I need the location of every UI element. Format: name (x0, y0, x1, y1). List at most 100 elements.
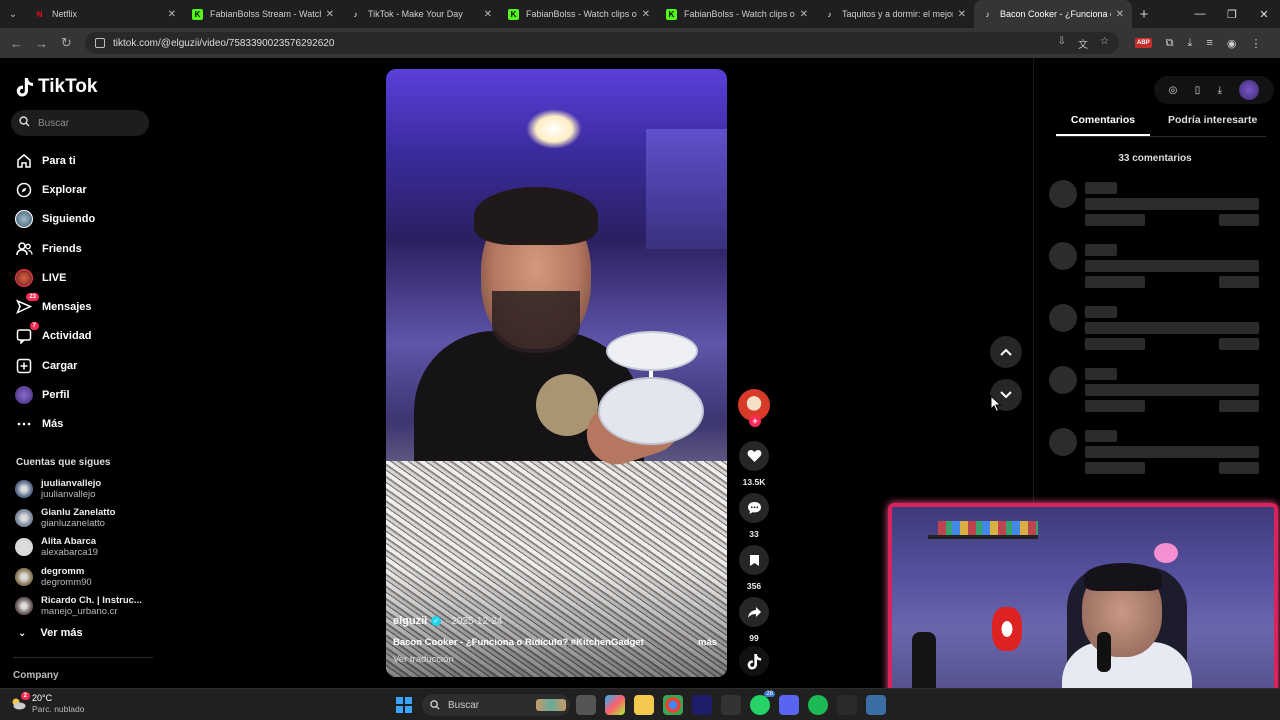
notification-badge: 7 (29, 322, 39, 331)
browser-tab[interactable]: K FabianBolss Stream - Watch Live ✕ (184, 0, 342, 28)
video-player[interactable]: elguzii ✓ · 2025-12-24 Bacon Cooker - ¿F… (386, 69, 727, 677)
profile-icon[interactable]: ◉ (1227, 37, 1237, 50)
tab-comments[interactable]: Comentarios (1056, 114, 1150, 136)
browser-menu-icon[interactable]: ⋮ (1250, 37, 1261, 50)
follow-plus-icon[interactable]: + (749, 415, 761, 427)
reload-button[interactable]: ↻ (54, 35, 79, 51)
notepad-icon[interactable] (866, 695, 886, 715)
close-tab-icon[interactable]: ✕ (326, 9, 334, 20)
skeleton-avatar (1049, 428, 1077, 456)
browser-tab[interactable]: ♪ Taquitos y a dormir: el mejor plan ✕ (816, 0, 974, 28)
premiere-icon[interactable] (692, 695, 712, 715)
share-arrow-icon[interactable] (739, 597, 769, 627)
downloads-icon[interactable]: ⤓ (1188, 37, 1193, 50)
sidebar-item-mensajes[interactable]: 23 Mensajes (15, 292, 95, 321)
translate-icon[interactable]: 文 (1078, 36, 1088, 51)
coins-icon[interactable]: ◎ (1169, 85, 1178, 96)
url-bar[interactable]: tiktok.com/@elguzii/video/75833900235762… (85, 32, 1119, 54)
comment-action[interactable]: 33 (737, 493, 771, 539)
close-window-button[interactable]: ✕ (1248, 0, 1280, 28)
heart-icon[interactable] (739, 441, 769, 471)
comment-bubble-icon[interactable] (739, 493, 769, 523)
close-tab-icon[interactable]: ✕ (800, 9, 808, 20)
site-info-icon[interactable] (95, 38, 105, 48)
close-tab-icon[interactable]: ✕ (484, 9, 492, 20)
maximize-button[interactable]: ❐ (1216, 0, 1248, 28)
app-icon[interactable] (721, 695, 741, 715)
search-input[interactable]: Buscar (11, 110, 149, 136)
weather-cloud-icon: 2 (10, 692, 30, 712)
close-tab-icon[interactable]: ✕ (958, 9, 966, 20)
discord-icon[interactable] (779, 695, 799, 715)
bookmark-star-icon[interactable]: ☆ (1100, 36, 1109, 51)
following-account[interactable]: degromm degromm90 (15, 562, 142, 591)
sidebar-item-para-ti[interactable]: Para ti (15, 146, 95, 175)
weather-desc: Parc. nublado (32, 704, 85, 714)
whatsapp-icon[interactable]: 28 (750, 691, 775, 715)
description-more-button[interactable]: más (698, 637, 717, 648)
sidebar-item-actividad[interactable]: 7 Actividad (15, 322, 95, 351)
see-more-button[interactable]: ⌄ Ver más (18, 627, 83, 639)
browser-tab[interactable]: K FabianBolss - Watch clips on Kick ✕ (500, 0, 658, 28)
close-tab-icon[interactable]: ✕ (642, 9, 650, 20)
user-avatar[interactable] (1239, 80, 1260, 100)
share-action[interactable]: 99 (737, 597, 771, 643)
account-name: degromm (41, 565, 85, 577)
like-action[interactable]: 13.5K (737, 441, 771, 487)
more-icon (15, 415, 33, 433)
company-link[interactable]: Company (13, 670, 59, 681)
tab-search-button[interactable]: ⌄ (0, 0, 26, 28)
following-account[interactable]: Gianlu Zanelatto gianluzanelatto (15, 503, 142, 532)
minimize-button[interactable]: — (1184, 0, 1216, 28)
tiktok-music-disc-icon[interactable] (739, 646, 769, 676)
file-explorer-icon[interactable] (634, 695, 654, 715)
install-icon[interactable]: ⇩ (1058, 36, 1066, 51)
see-translation-link[interactable]: Ver traducción (393, 654, 454, 665)
mobile-app-icon[interactable]: ▯ (1195, 85, 1201, 96)
sidebar-item-friends[interactable]: Friends (15, 234, 95, 263)
sidebar-item-cargar[interactable]: Cargar (15, 351, 95, 380)
media-control-icon[interactable]: ≡ (1206, 37, 1212, 49)
kick-icon: K (508, 8, 519, 20)
skeleton-line (1085, 306, 1117, 318)
tab-might-interest[interactable]: Podría interesarte (1168, 114, 1257, 136)
browser-tab[interactable]: ♪ TikTok - Make Your Day ✕ (342, 0, 500, 28)
video-author[interactable]: elguzii ✓ · 2025-12-24 (393, 615, 503, 627)
spotify-icon[interactable] (808, 695, 828, 715)
windows-start-button[interactable] (396, 697, 412, 713)
taskbar-search[interactable]: Buscar (422, 694, 570, 716)
browser-tab[interactable]: N Netflix ✕ (26, 0, 184, 28)
extensions-icon[interactable]: ⧉ (1166, 37, 1174, 50)
following-account[interactable]: juulianvallejo juulianvallejo (15, 474, 142, 503)
new-tab-button[interactable]: + (1132, 6, 1156, 23)
following-account[interactable]: Ricardo Ch. | Instruc... manejo_urbano.cr (15, 591, 142, 620)
close-tab-icon[interactable]: ✕ (1116, 9, 1124, 20)
forward-button[interactable]: → (29, 36, 54, 51)
sidebar-item-siguiendo[interactable]: Siguiendo (15, 205, 95, 234)
browser-tab[interactable]: ♪ Bacon Cooker - ¿Funciona o Ridículo? ✕ (974, 0, 1132, 28)
app-icon-2[interactable] (837, 695, 857, 715)
download-icon[interactable]: ⤓ (1218, 85, 1222, 96)
close-tab-icon[interactable]: ✕ (168, 9, 176, 20)
copilot-icon[interactable] (605, 695, 625, 715)
tiktok-logo[interactable]: TikTok (16, 76, 97, 98)
sidebar-item-perfil[interactable]: Perfil (15, 380, 95, 409)
save-action[interactable]: 356 (737, 545, 771, 591)
live-icon (15, 268, 33, 287)
browser-tab[interactable]: K FabianBolss - Watch clips on Kick ✕ (658, 0, 816, 28)
netflix-icon: N (36, 9, 43, 19)
sidebar-item-m-s[interactable]: Más (15, 410, 95, 439)
following-account[interactable]: Alita Abarca alexabarca19 (15, 533, 142, 562)
previous-video-button[interactable] (990, 336, 1022, 368)
video-username[interactable]: elguzii (393, 615, 427, 627)
task-view-icon[interactable] (576, 695, 596, 715)
weather-widget[interactable]: 2 20°C Parc. nublado (10, 692, 85, 715)
bookmark-icon[interactable] (739, 545, 769, 575)
sidebar-item-explorar[interactable]: Explorar (15, 175, 95, 204)
adblock-extension-icon[interactable]: ABP (1135, 38, 1152, 48)
creator-avatar[interactable]: + (738, 389, 770, 427)
sidebar-item-live[interactable]: LIVE (15, 263, 95, 292)
chrome-icon[interactable] (663, 695, 683, 715)
video-frame-bacon-cooker-base (598, 377, 704, 445)
back-button[interactable]: ← (4, 36, 29, 51)
